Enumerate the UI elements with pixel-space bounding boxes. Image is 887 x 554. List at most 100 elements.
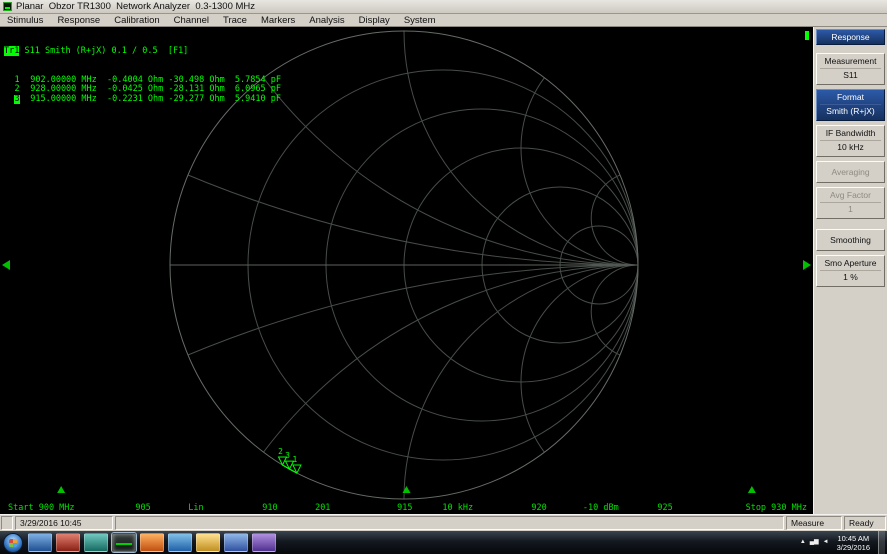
sweep-info-label: 201 — [315, 503, 330, 513]
softkey-label: IF Bandwidth — [817, 126, 884, 139]
menu-trace[interactable]: Trace — [216, 15, 254, 26]
taskbar-app-list — [26, 533, 278, 552]
marker-values: 915.00000 MHz -0.2231 Ohm -29.277 Ohm 5.… — [20, 94, 281, 104]
softkey-list: MeasurementS11 FormatSmith (R+jX) IF Bandw… — [814, 53, 887, 287]
tray-time: 10:45 AM — [837, 534, 870, 543]
menu-channel[interactable]: Channel — [167, 15, 216, 26]
softkey-label: Avg Factor — [817, 188, 884, 201]
sweep-start-label: Start 900 MHz — [8, 503, 75, 513]
softkey-label: Format — [817, 90, 884, 103]
marker-readout-row: 3 915.00000 MHz -0.2231 Ohm -29.277 Ohm … — [4, 95, 281, 105]
axis-marker-2[interactable] — [748, 486, 756, 493]
trace-status-line: Tr1 S11 Smith (R+jX) 0.1 / 0.5 [F1] — [4, 47, 281, 57]
taskbar-app-photo-icon[interactable] — [224, 533, 248, 552]
freq-tick-label: 915 — [397, 503, 412, 513]
softkey-label: Smoothing — [817, 233, 884, 246]
freq-tick-label: 910 — [262, 503, 277, 513]
softkey-value: 1 % — [820, 270, 881, 284]
titlebar: Planar Obzor TR1300 Network Analyzer 0.3… — [0, 0, 887, 14]
system-tray: ▲ ▄▆ ◄ 10:45 AM 3/29/2016 — [800, 531, 887, 554]
freq-tick-label: 920 — [531, 503, 546, 513]
menu-system[interactable]: System — [397, 15, 443, 26]
app-icon — [3, 2, 12, 11]
taskbar-analyzer-app-icon[interactable] — [112, 533, 136, 552]
taskbar-app-teal-icon[interactable] — [84, 533, 108, 552]
show-desktop-button[interactable] — [878, 531, 885, 554]
tray-expand-icon[interactable]: ▲ — [800, 533, 806, 552]
reactance-arc — [0, 265, 813, 514]
axis-marker-1[interactable] — [57, 486, 65, 493]
start-button[interactable] — [3, 533, 23, 553]
trace-active-indicator — [805, 31, 809, 40]
marker-values: 928.00000 MHz -0.0425 Ohm -28.131 Ohm 6.… — [20, 84, 281, 94]
sweep-stop-label: Stop 930 MHz — [746, 503, 807, 513]
statusbar-state: Ready — [844, 516, 886, 530]
softkey-label: Measurement — [817, 54, 884, 67]
window-title: Planar Obzor TR1300 Network Analyzer 0.3… — [16, 1, 255, 12]
taskbar-app-purple-icon[interactable] — [252, 533, 276, 552]
softkey-value: Smith (R+jX) — [820, 104, 881, 118]
ref-position-left-indicator[interactable] — [2, 260, 10, 270]
menu-display[interactable]: Display — [352, 15, 397, 26]
softkey-panel: Response MeasurementS11 FormatSmith (R+jX… — [813, 27, 887, 514]
trace-name-badge[interactable]: Tr1 — [4, 46, 19, 56]
softkey-value: 10 kHz — [820, 140, 881, 154]
statusbar-message-area — [115, 516, 784, 530]
marker-readout-table: 1 902.00000 MHz -0.4004 Ohm -30.498 Ohm … — [4, 76, 281, 105]
softkey-averaging: Averaging — [816, 161, 885, 183]
softkey-value: 1 — [820, 202, 881, 216]
windows-logo-icon — [9, 539, 17, 547]
statusbar-datetime: 3/29/2016 10:45 — [15, 516, 113, 530]
taskbar-app-firefox-icon[interactable] — [140, 533, 164, 552]
sweep-info-label: -10 dBm — [583, 503, 619, 513]
softkey-if-bandwidth[interactable]: IF Bandwidth10 kHz — [816, 125, 885, 157]
trace-glyph — [116, 543, 132, 545]
tray-clock[interactable]: 10:45 AM 3/29/2016 — [833, 534, 874, 552]
taskbar-app-blue-icon[interactable] — [28, 533, 52, 552]
reactance-arc — [404, 27, 813, 265]
statusbar-mode: Measure — [786, 516, 842, 530]
statusbar: 3/29/2016 10:45 Measure Ready — [0, 514, 887, 531]
menu-calibration[interactable]: Calibration — [107, 15, 166, 26]
trace-format: Smith (R+jX) — [45, 46, 106, 56]
softkey-avg-factor: Avg Factor1 — [816, 187, 885, 219]
analyzer-window: Planar Obzor TR1300 Network Analyzer 0.3… — [0, 0, 887, 554]
reactance-arc — [521, 265, 755, 499]
taskbar-app-red-icon[interactable] — [56, 533, 80, 552]
tray-date: 3/29/2016 — [837, 543, 870, 552]
volume-icon[interactable]: ◄ — [823, 533, 829, 552]
trace-parameter: S11 — [24, 46, 39, 56]
sweep-info-label: 10 kHz — [442, 503, 473, 513]
sweep-info-label: Lin — [188, 503, 203, 513]
softkey-value: S11 — [820, 68, 881, 82]
trace-scale: 0.1 / 0.5 — [112, 46, 158, 56]
stimulus-scale-bar: Start 900 MHz Stop 930 MHz 905 910 915 920 925… — [0, 503, 813, 513]
taskbar-app-folder-icon[interactable] — [196, 533, 220, 552]
trace-window-label: [F1] — [168, 46, 188, 56]
softkey-panel-title[interactable]: Response — [816, 29, 885, 45]
softkey-smoothing[interactable]: Smoothing — [816, 229, 885, 251]
trace-readout: Tr1 S11 Smith (R+jX) 0.1 / 0.5 [F1] 1 90… — [4, 28, 281, 123]
freq-tick-label: 925 — [657, 503, 672, 513]
menu-markers[interactable]: Markers — [254, 15, 302, 26]
chart-marker-label: 2 — [278, 447, 283, 456]
menubar: StimulusResponseCalibrationChannelTraceM… — [0, 14, 887, 27]
taskbar-app-media-icon[interactable] — [168, 533, 192, 552]
ref-position-right-indicator[interactable] — [803, 260, 811, 270]
menu-analysis[interactable]: Analysis — [302, 15, 351, 26]
softkey-smo-aperture[interactable]: Smo Aperture1 % — [816, 255, 885, 287]
menu-stimulus[interactable]: Stimulus — [0, 15, 50, 26]
network-icon[interactable]: ▄▆ — [810, 533, 819, 552]
reactance-arc — [521, 31, 755, 265]
softkey-label: Averaging — [817, 165, 884, 178]
statusbar-grip — [1, 516, 13, 530]
chart-marker-label: 1 — [292, 455, 297, 464]
menu-response[interactable]: Response — [50, 15, 107, 26]
softkey-label: Smo Aperture — [817, 256, 884, 269]
softkey-format[interactable]: FormatSmith (R+jX) — [816, 89, 885, 121]
freq-tick-label: 905 — [135, 503, 150, 513]
taskbar: ▲ ▄▆ ◄ 10:45 AM 3/29/2016 — [0, 531, 887, 554]
marker-values: 902.00000 MHz -0.4004 Ohm -30.498 Ohm 5.… — [20, 75, 281, 85]
chart-area[interactable]: 132 Tr1 S11 Smith (R+jX) 0.1 / 0.5 [F1] … — [0, 27, 813, 514]
softkey-measurement[interactable]: MeasurementS11 — [816, 53, 885, 85]
